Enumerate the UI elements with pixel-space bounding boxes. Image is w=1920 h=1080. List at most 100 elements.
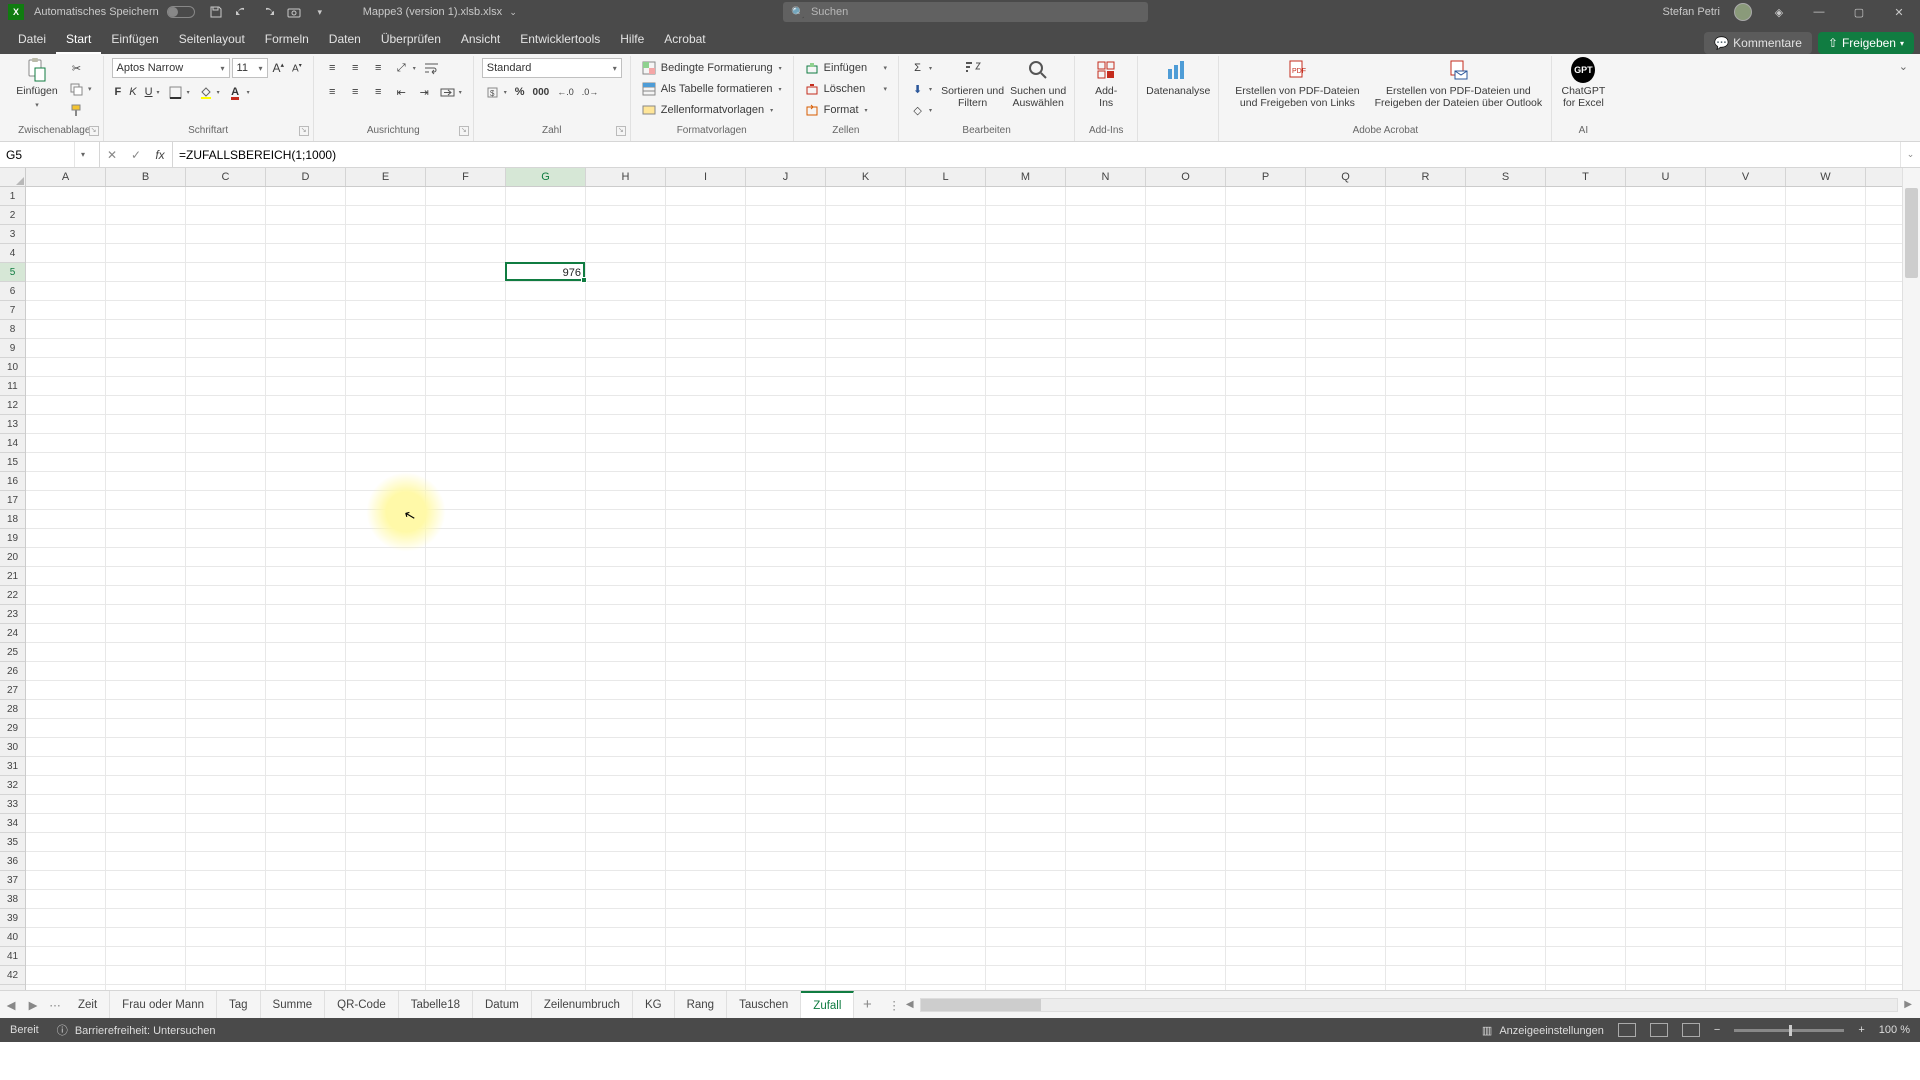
underline-button[interactable]: U▾ bbox=[142, 82, 163, 102]
column-header[interactable]: S bbox=[1466, 168, 1546, 186]
row-header[interactable]: 36 bbox=[0, 852, 25, 871]
menu-tab-entwicklertools[interactable]: Entwicklertools bbox=[510, 26, 610, 54]
row-header[interactable]: 8 bbox=[0, 320, 25, 339]
align-right-button[interactable]: ≡ bbox=[368, 82, 389, 102]
page-layout-view-button[interactable] bbox=[1650, 1023, 1668, 1037]
minimize-icon[interactable]: — bbox=[1810, 3, 1828, 21]
zoom-out-button[interactable]: − bbox=[1714, 1024, 1720, 1036]
row-header[interactable]: 28 bbox=[0, 700, 25, 719]
tab-nav-prev[interactable]: ◀ bbox=[0, 998, 22, 1012]
close-icon[interactable]: ✕ bbox=[1890, 3, 1908, 21]
scrollbar-thumb[interactable] bbox=[1905, 188, 1918, 278]
column-header[interactable]: O bbox=[1146, 168, 1226, 186]
column-header[interactable]: L bbox=[906, 168, 986, 186]
cell-styles-button[interactable]: Zellenformatvorlagen▾ bbox=[639, 100, 785, 120]
sheet-tab[interactable]: Datum bbox=[473, 991, 532, 1018]
menu-tab-seitenlayout[interactable]: Seitenlayout bbox=[169, 26, 255, 54]
menu-tab-hilfe[interactable]: Hilfe bbox=[610, 26, 654, 54]
column-header[interactable]: A bbox=[26, 168, 106, 186]
collapse-ribbon-icon[interactable]: ⌄ bbox=[1899, 60, 1908, 73]
row-header[interactable]: 13 bbox=[0, 415, 25, 434]
sheet-tab[interactable]: Tauschen bbox=[727, 991, 801, 1018]
format-painter-button[interactable] bbox=[66, 100, 95, 120]
row-header[interactable]: 42 bbox=[0, 966, 25, 985]
row-header[interactable]: 29 bbox=[0, 719, 25, 738]
user-avatar[interactable] bbox=[1734, 3, 1752, 21]
column-header[interactable]: C bbox=[186, 168, 266, 186]
menu-tab-überprüfen[interactable]: Überprüfen bbox=[371, 26, 451, 54]
row-header[interactable]: 20 bbox=[0, 548, 25, 567]
sheet-tab[interactable]: Rang bbox=[675, 991, 728, 1018]
column-header[interactable]: U bbox=[1626, 168, 1706, 186]
expand-formula-bar[interactable]: ⌄ bbox=[1900, 142, 1920, 167]
row-header[interactable]: 3 bbox=[0, 225, 25, 244]
menu-tab-formeln[interactable]: Formeln bbox=[255, 26, 319, 54]
row-header[interactable]: 12 bbox=[0, 396, 25, 415]
row-header[interactable]: 7 bbox=[0, 301, 25, 320]
cells-area[interactable]: 976↖ bbox=[26, 187, 1902, 990]
zoom-value[interactable]: 100 % bbox=[1879, 1024, 1910, 1036]
insert-split[interactable]: ▾ bbox=[881, 58, 891, 78]
delete-cells-button[interactable]: Löschen bbox=[802, 79, 871, 99]
camera-icon[interactable] bbox=[285, 3, 303, 21]
row-header[interactable]: 24 bbox=[0, 624, 25, 643]
horizontal-scrollbar[interactable] bbox=[920, 998, 1899, 1012]
column-header[interactable]: M bbox=[986, 168, 1066, 186]
insert-function-button[interactable]: fx bbox=[148, 148, 172, 162]
clear-button[interactable]: ◇▾ bbox=[907, 100, 935, 120]
column-header[interactable]: J bbox=[746, 168, 826, 186]
undo-icon[interactable] bbox=[233, 3, 251, 21]
sheet-tab[interactable]: Tag bbox=[217, 991, 261, 1018]
row-header[interactable]: 31 bbox=[0, 757, 25, 776]
diamond-icon[interactable]: ◈ bbox=[1770, 3, 1788, 21]
row-header[interactable]: 35 bbox=[0, 833, 25, 852]
title-dropdown-icon[interactable]: ⌄ bbox=[504, 3, 522, 21]
align-top-button[interactable]: ≡ bbox=[322, 58, 343, 78]
decrease-indent-button[interactable]: ⇤ bbox=[391, 82, 412, 102]
format-as-table-button[interactable]: Als Tabelle formatieren▾ bbox=[639, 79, 785, 99]
tab-nav-more[interactable]: ⋯ bbox=[44, 998, 66, 1012]
decrease-decimal-button[interactable]: .0→ bbox=[579, 82, 602, 102]
fill-color-button[interactable]: ▾ bbox=[195, 82, 223, 102]
row-header[interactable]: 22 bbox=[0, 586, 25, 605]
format-cells-button[interactable]: Format▾ bbox=[802, 100, 871, 120]
redo-icon[interactable] bbox=[259, 3, 277, 21]
autosum-button[interactable]: Σ▾ bbox=[907, 58, 935, 78]
row-header[interactable]: 40 bbox=[0, 928, 25, 947]
column-header[interactable]: I bbox=[666, 168, 746, 186]
font-color-button[interactable]: A▾ bbox=[225, 82, 253, 102]
row-header[interactable]: 16 bbox=[0, 472, 25, 491]
column-header[interactable]: B bbox=[106, 168, 186, 186]
menu-tab-daten[interactable]: Daten bbox=[319, 26, 371, 54]
row-header[interactable]: 25 bbox=[0, 643, 25, 662]
row-header[interactable]: 26 bbox=[0, 662, 25, 681]
comma-button[interactable]: 000 bbox=[530, 82, 553, 102]
row-header[interactable]: 23 bbox=[0, 605, 25, 624]
zoom-in-button[interactable]: + bbox=[1858, 1024, 1864, 1036]
search-box[interactable]: 🔍 Suchen bbox=[783, 2, 1148, 22]
column-header[interactable]: H bbox=[586, 168, 666, 186]
copy-button[interactable]: ▾ bbox=[66, 79, 95, 99]
display-settings-button[interactable]: ▥ Anzeigeeinstellungen bbox=[1482, 1024, 1604, 1037]
column-header[interactable]: E bbox=[346, 168, 426, 186]
row-header[interactable]: 27 bbox=[0, 681, 25, 700]
orientation-button[interactable]: ⤢▾ bbox=[391, 58, 419, 78]
merge-button[interactable]: ▾ bbox=[437, 82, 465, 102]
pdf-outlook-button[interactable]: Erstellen von PDF-Dateien und Freigeben … bbox=[1373, 58, 1543, 109]
select-all-corner[interactable] bbox=[0, 168, 26, 187]
align-bottom-button[interactable]: ≡ bbox=[368, 58, 389, 78]
menu-tab-einfügen[interactable]: Einfügen bbox=[101, 26, 168, 54]
pdf-link-button[interactable]: PDF Erstellen von PDF-Dateien und Freige… bbox=[1227, 58, 1367, 109]
column-header[interactable]: V bbox=[1706, 168, 1786, 186]
column-header[interactable]: P bbox=[1226, 168, 1306, 186]
row-header[interactable]: 37 bbox=[0, 871, 25, 890]
sheet-tab[interactable]: QR-Code bbox=[325, 991, 399, 1018]
row-header[interactable]: 30 bbox=[0, 738, 25, 757]
row-header[interactable]: 4 bbox=[0, 244, 25, 263]
zoom-slider[interactable] bbox=[1734, 1029, 1844, 1032]
row-header[interactable]: 17 bbox=[0, 491, 25, 510]
row-header[interactable]: 38 bbox=[0, 890, 25, 909]
chevron-down-icon[interactable]: ▾ bbox=[74, 142, 91, 167]
percent-button[interactable]: % bbox=[512, 82, 528, 102]
italic-button[interactable]: K bbox=[126, 82, 139, 102]
